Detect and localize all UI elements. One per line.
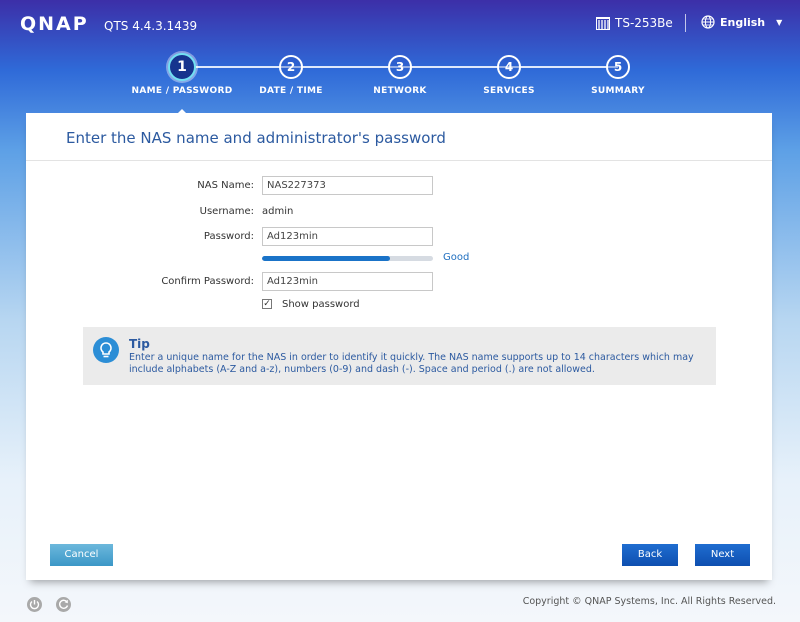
password-label: Password:: [203, 231, 254, 242]
step-number: 3: [388, 55, 412, 79]
step-services: 4 SERVICES: [449, 52, 569, 96]
step-number: 5: [606, 55, 630, 79]
password-strength-fill: [262, 256, 391, 261]
username-label: Username:: [199, 206, 254, 217]
step-number: 4: [497, 55, 521, 79]
tip-text: Enter a unique name for the NAS in order…: [129, 352, 694, 375]
step-name-password: 1 NAME / PASSWORD: [122, 52, 242, 96]
restart-icon-graphic: [59, 599, 69, 609]
confirm-password-input[interactable]: Ad123min: [262, 272, 433, 291]
username-value: admin: [262, 206, 294, 217]
wizard-panel: Enter the NAS name and administrator's p…: [26, 113, 772, 580]
tip-title: Tip: [129, 337, 150, 351]
firmware-version: QTS 4.4.3.1439: [104, 19, 198, 33]
step-label: DATE / TIME: [259, 86, 323, 96]
panel-divider: [26, 160, 772, 161]
password-strength-bar: [262, 256, 433, 261]
show-password-checkbox[interactable]: ✓: [262, 299, 272, 309]
chevron-down-icon: ▼: [776, 17, 783, 27]
cancel-button[interactable]: Cancel: [50, 544, 113, 566]
copyright-text: Copyright © QNAP Systems, Inc. All Right…: [522, 596, 776, 607]
language-label: English: [720, 15, 766, 29]
step-summary: 5 SUMMARY: [558, 52, 678, 96]
wizard-steps: 1 NAME / PASSWORD 2 DATE / TIME 3 NETWOR…: [0, 52, 800, 115]
step-label: NETWORK: [373, 86, 427, 96]
globe-icon: [701, 15, 715, 29]
header-separator: [685, 14, 686, 32]
checkmark-icon: ✓: [263, 299, 271, 309]
step-number: 1: [168, 53, 196, 81]
step-number: 2: [279, 55, 303, 79]
restart-icon[interactable]: [56, 597, 71, 612]
password-input[interactable]: Ad123min: [262, 227, 433, 246]
show-password-label: Show password: [282, 299, 360, 310]
nas-device-icon: [596, 16, 610, 30]
next-button[interactable]: Next: [695, 544, 750, 566]
confirm-password-label: Confirm Password:: [161, 276, 254, 287]
step-label: SERVICES: [483, 86, 535, 96]
header-bar: QNAP QTS 4.4.3.1439 TS-253Be English ▼: [0, 0, 800, 50]
back-button[interactable]: Back: [622, 544, 678, 566]
device-name: TS-253Be: [615, 16, 673, 30]
lightbulb-icon: [93, 337, 119, 363]
lightbulb-icon-graphic: [100, 342, 112, 358]
panel-title: Enter the NAS name and administrator's p…: [66, 129, 446, 147]
step-label: SUMMARY: [591, 86, 645, 96]
power-icon-graphic: [29, 600, 40, 610]
power-icon[interactable]: [27, 597, 42, 612]
device-info: TS-253Be: [596, 16, 673, 30]
step-network: 3 NETWORK: [340, 52, 460, 96]
step-label: NAME / PASSWORD: [131, 86, 233, 96]
language-selector[interactable]: English ▼: [701, 15, 782, 29]
nas-name-label: NAS Name:: [197, 180, 254, 191]
nas-name-input[interactable]: NAS227373: [262, 176, 433, 195]
tip-box: Tip Enter a unique name for the NAS in o…: [83, 327, 716, 385]
step-date-time: 2 DATE / TIME: [231, 52, 351, 96]
qnap-logo: QNAP: [20, 13, 89, 35]
password-strength-label: Good: [443, 252, 470, 263]
